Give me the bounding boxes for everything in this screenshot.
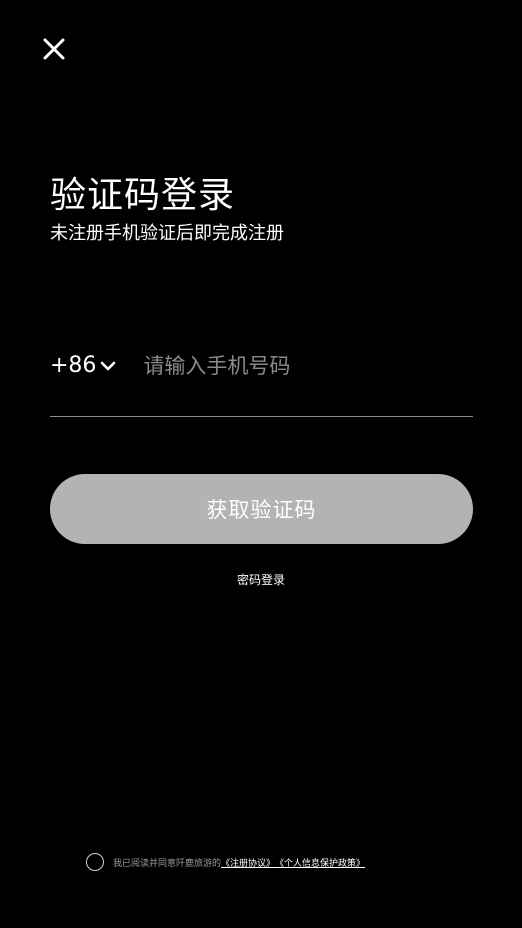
page-title: 验证码登录: [50, 175, 236, 216]
password-login-link[interactable]: 密码登录: [0, 570, 522, 590]
privacy-policy-link[interactable]: 《个人信息保护政策》: [275, 856, 365, 869]
country-code-selector[interactable]: +86: [50, 346, 117, 386]
agreement-row: 我已阅读并同意阡鹿旅游的 《注册协议》 《个人信息保护政策》: [86, 852, 365, 872]
page-subtitle: 未注册手机验证后即完成注册: [50, 223, 284, 244]
phone-input-row: +86: [50, 346, 473, 386]
terms-link[interactable]: 《注册协议》: [221, 856, 275, 869]
chevron-down-icon: [99, 360, 117, 372]
close-button[interactable]: [36, 31, 72, 67]
get-verification-code-button[interactable]: 获取验证码: [50, 474, 473, 544]
phone-number-input[interactable]: [143, 346, 473, 386]
agreement-checkbox[interactable]: [86, 853, 104, 871]
close-icon: [43, 38, 65, 60]
agreement-prefix-text: 我已阅读并同意阡鹿旅游的: [113, 858, 222, 869]
phone-input-underline: [50, 416, 473, 417]
country-code-label: +86: [50, 353, 97, 378]
